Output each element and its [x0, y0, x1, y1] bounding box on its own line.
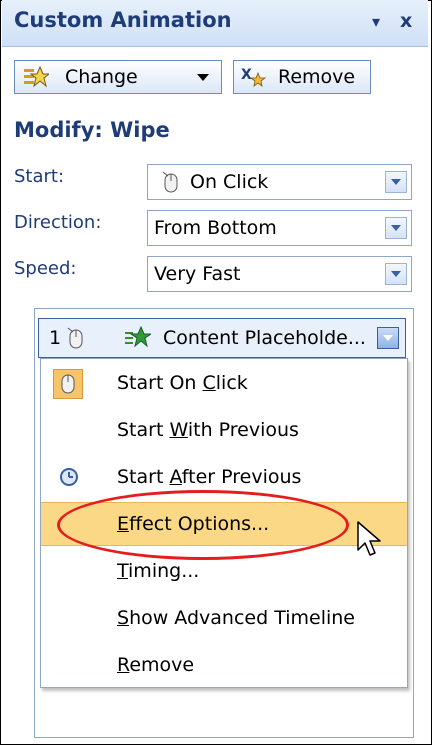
remove-effect-icon: X	[241, 67, 267, 87]
start-value: On Click	[190, 171, 269, 193]
speed-value: Very Fast	[154, 263, 241, 285]
chevron-down-icon	[197, 74, 209, 81]
menu-item-label: Start With Previous	[117, 419, 299, 441]
clock-icon	[60, 468, 78, 486]
menu-item-start-with-previous[interactable]: Start With Previous	[41, 408, 407, 452]
mouse-cursor-icon	[357, 521, 381, 556]
menu-item-show-advanced-timeline[interactable]: Show Advanced Timeline	[41, 596, 407, 640]
direction-label: Direction:	[14, 212, 102, 233]
mouse-click-icon	[67, 327, 83, 349]
close-icon[interactable]: x	[400, 10, 412, 32]
menu-item-label: Start After Previous	[117, 466, 302, 488]
start-label: Start:	[14, 166, 65, 187]
menu-item-label: Remove	[117, 654, 195, 676]
entrance-star-icon	[125, 326, 151, 348]
menu-item-start-on-click[interactable]: Start On Click	[41, 361, 407, 405]
direction-dropdown-chevron-icon[interactable]	[385, 217, 407, 239]
star-effect-icon	[24, 65, 49, 88]
start-dropdown-chevron-icon[interactable]	[385, 171, 407, 193]
direction-select[interactable]: From Bottom	[147, 210, 412, 246]
animation-list-item[interactable]: 1 Content Placeholde...	[38, 318, 406, 358]
svg-text:X: X	[241, 67, 252, 83]
menu-item-label: Start On Click	[117, 372, 248, 394]
menu-item-label: Timing...	[117, 560, 200, 582]
change-button[interactable]: Change	[14, 60, 222, 94]
modify-heading: Modify: Wipe	[14, 118, 170, 142]
item-number: 1	[49, 327, 62, 349]
menu-item-label: Show Advanced Timeline	[117, 607, 355, 629]
change-button-label: Change	[65, 66, 138, 88]
item-menu-chevron-icon[interactable]	[377, 327, 399, 349]
direction-value: From Bottom	[154, 217, 277, 239]
mouse-click-icon	[162, 171, 178, 193]
speed-select[interactable]: Very Fast	[147, 256, 412, 292]
mouse-click-icon	[53, 369, 83, 399]
speed-dropdown-chevron-icon[interactable]	[385, 263, 407, 285]
remove-button[interactable]: X Remove	[233, 60, 371, 94]
menu-item-remove[interactable]: Remove	[41, 643, 407, 687]
speed-label: Speed:	[14, 258, 77, 279]
panel-title-bar: Custom Animation ▾ x	[2, 0, 428, 47]
remove-button-label: Remove	[278, 66, 356, 88]
item-label: Content Placeholde...	[163, 327, 366, 349]
start-select[interactable]: On Click	[147, 164, 412, 200]
annotation-ellipse	[57, 490, 349, 560]
panel-title: Custom Animation	[14, 8, 232, 32]
panel-menu-chevron-icon[interactable]: ▾	[372, 12, 380, 31]
